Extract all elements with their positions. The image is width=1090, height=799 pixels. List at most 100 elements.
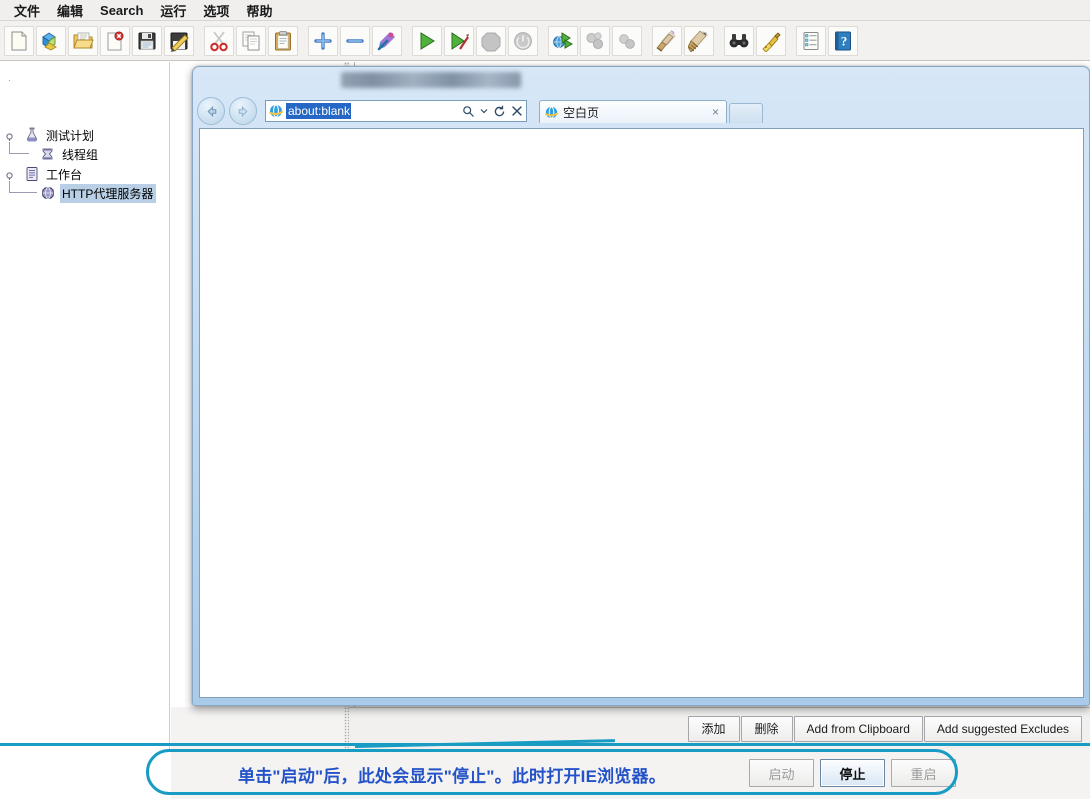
tree-connector [9, 153, 29, 154]
browser-content-area [199, 128, 1084, 698]
remote-stop-all-button [580, 25, 610, 56]
open-folder-button[interactable] [68, 25, 98, 56]
clear-all-broom-button[interactable] [684, 25, 714, 56]
chevron-down-icon[interactable] [480, 107, 488, 115]
remote-start-all-icon [552, 30, 574, 52]
menu-options[interactable]: 选项 [195, 0, 238, 22]
clear-all-broom-icon [688, 29, 710, 52]
tree-node-http-proxy-server[interactable]: HTTP代理服务器 [40, 183, 157, 203]
remote-shutdown-all-button [612, 25, 642, 56]
save-floppy-icon [136, 30, 158, 52]
tree-node-thread-group[interactable]: 线程组 [40, 145, 101, 163]
new-document-button[interactable] [4, 25, 34, 56]
save-as-button[interactable] [164, 25, 194, 56]
restart-proxy-button[interactable]: 重启 [891, 759, 956, 787]
proxy-control-buttons: 启动 停止 重启 [746, 759, 959, 787]
address-bar-icons [462, 105, 526, 118]
start-play-button[interactable] [412, 25, 442, 56]
ie-title-bar[interactable] [193, 67, 1089, 95]
collapse-all-minus-button[interactable] [340, 25, 370, 56]
tree-node-label: 工作台 [46, 167, 83, 182]
ie-navigation-row: about:blank 空白页 × [193, 95, 1089, 127]
menu-bar: 文件 编辑 Search 运行 选项 帮助 [0, 0, 1090, 21]
search-binoculars-button[interactable] [724, 25, 754, 56]
remote-start-all-button[interactable] [548, 25, 578, 56]
test-plan-icon [27, 127, 37, 142]
expand-all-plus-icon [312, 30, 334, 52]
stop-icon [480, 30, 502, 52]
toolbar-separator [787, 26, 795, 56]
close-tab-icon[interactable]: × [712, 105, 722, 119]
tree-node-test-plan[interactable]: 测试计划 [24, 126, 97, 144]
start-proxy-button[interactable]: 启动 [749, 759, 814, 787]
menu-search[interactable]: Search [92, 1, 152, 20]
toolbar-separator [715, 26, 723, 56]
shutdown-button [508, 25, 538, 56]
reset-search-icon [760, 30, 782, 52]
toolbar-separator [643, 26, 651, 56]
ie-favicon [544, 105, 559, 119]
help-book-icon: ? [832, 30, 854, 52]
address-input-value[interactable]: about:blank [286, 103, 352, 119]
shutdown-icon [512, 30, 534, 52]
ie-tab-strip: 空白页 × [539, 99, 763, 123]
add-suggested-excludes-button[interactable]: Add suggested Excludes [923, 715, 1082, 742]
toggle-element-button[interactable] [372, 25, 402, 56]
search-magnifier-icon[interactable] [462, 105, 475, 118]
back-button[interactable] [197, 97, 225, 125]
search-binoculars-icon [728, 30, 750, 52]
cut-scissors-icon [208, 30, 230, 52]
internet-explorer-window[interactable]: about:blank 空白页 × [192, 66, 1090, 706]
close-x-icon[interactable] [511, 105, 523, 117]
workbench-icon [26, 167, 38, 181]
menu-help[interactable]: 帮助 [238, 0, 281, 22]
remote-stop-all-icon [584, 30, 606, 52]
copy-icon [240, 30, 262, 52]
start-no-timers-icon [448, 30, 470, 52]
new-tab-button[interactable] [729, 103, 763, 123]
menu-edit[interactable]: 编辑 [49, 0, 92, 22]
expand-all-plus-button[interactable] [308, 25, 338, 56]
forward-button[interactable] [229, 97, 257, 125]
tree-node-label: HTTP代理服务器 [60, 183, 157, 203]
tree-node-workbench[interactable]: 工作台 [24, 165, 85, 183]
tree-node-label: 测试计划 [46, 128, 95, 143]
ie-window-title-blurred [341, 72, 521, 88]
save-as-icon [168, 30, 190, 52]
save-floppy-button[interactable] [132, 25, 162, 56]
help-book-button[interactable]: ? [828, 25, 858, 56]
stop-proxy-button[interactable]: 停止 [820, 759, 885, 787]
menu-run[interactable]: 运行 [152, 0, 195, 22]
function-helper-icon [800, 30, 822, 52]
address-bar[interactable]: about:blank [265, 100, 527, 122]
tree-expander-test-plan[interactable] [5, 132, 14, 141]
new-document-icon [8, 30, 30, 52]
svg-text:?: ? [841, 33, 848, 48]
proxy-server-icon [41, 186, 55, 200]
browser-tab-title: 空白页 [563, 105, 600, 120]
delete-button[interactable]: 删除 [740, 715, 793, 742]
start-no-timers-button[interactable] [444, 25, 474, 56]
clear-broom-button[interactable] [652, 25, 682, 56]
function-helper-button[interactable] [796, 25, 826, 56]
paste-clipboard-button[interactable] [268, 25, 298, 56]
forward-arrow-icon [238, 105, 248, 117]
browser-tab[interactable]: 空白页 × [539, 100, 727, 123]
cut-scissors-button[interactable] [204, 25, 234, 56]
test-plan-tree-panel[interactable]: 测试计划 线程组 工作台 HTTP代理服务器 [0, 62, 170, 799]
add-from-clipboard-button[interactable]: Add from Clipboard [793, 715, 923, 742]
tree-expander-workbench[interactable] [5, 171, 14, 180]
toggle-element-icon [376, 30, 398, 52]
back-arrow-icon [206, 105, 216, 117]
left-panel-bottom-filler [0, 749, 171, 799]
paste-clipboard-icon [272, 30, 294, 52]
tree-connector [9, 192, 37, 193]
menu-file[interactable]: 文件 [6, 0, 49, 22]
templates-button[interactable] [36, 25, 66, 56]
reset-search-button[interactable] [756, 25, 786, 56]
close-document-button[interactable] [100, 25, 130, 56]
templates-icon [40, 30, 62, 52]
add-button[interactable]: 添加 [687, 715, 740, 742]
copy-button[interactable] [236, 25, 266, 56]
refresh-icon[interactable] [493, 105, 506, 118]
